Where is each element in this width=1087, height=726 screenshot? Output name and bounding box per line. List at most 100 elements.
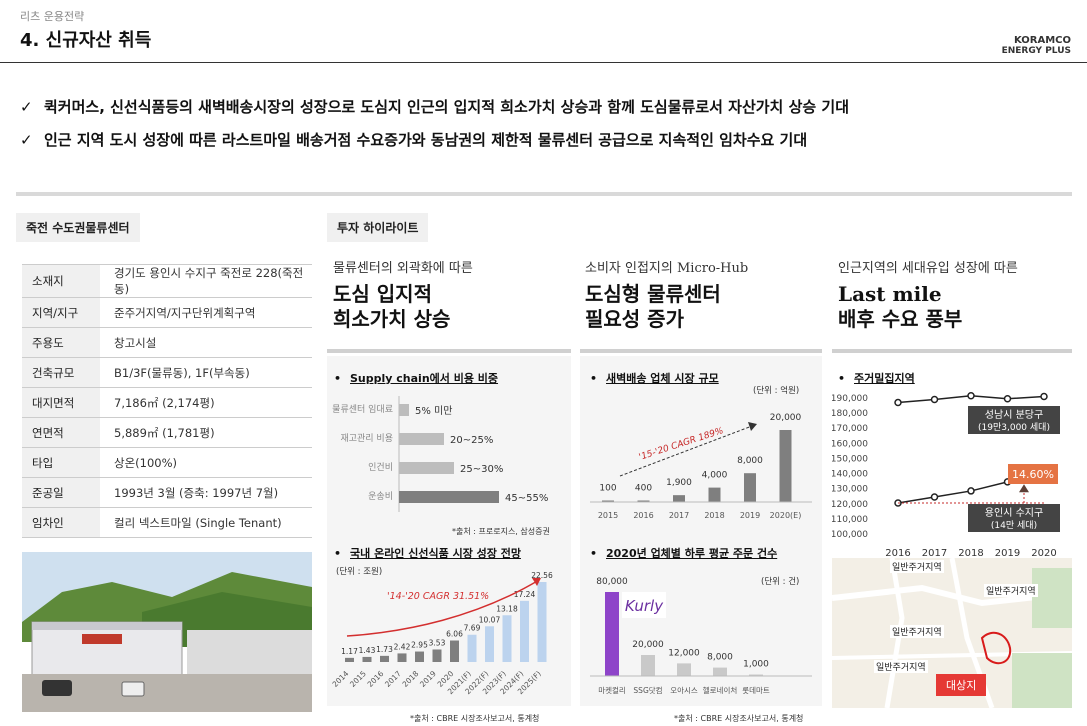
- online-bar: [520, 600, 529, 662]
- info-row: 대지면적 7,186㎡ (2,174평): [22, 387, 312, 418]
- dawn-bar: [779, 430, 792, 502]
- check-icon: ✓: [20, 98, 33, 116]
- info-value: 5,889㎡ (1,781평): [100, 417, 312, 448]
- supply-bar: [399, 433, 444, 445]
- map-label-4: 일반주거지역: [874, 660, 928, 673]
- dawn-trend-arrow: [619, 425, 753, 477]
- page-title: 4. 신규자산 취득: [20, 30, 152, 51]
- supply-chart: 물류센터 임대료 5% 미만재고관리 비용 20~25% 인건비 25~30% 운송비 45…: [332, 396, 548, 512]
- info-value: 상온(100%): [100, 447, 312, 478]
- dawn-year-label: 2015: [598, 511, 618, 520]
- highlight-tag: 투자 하이라이트: [327, 213, 429, 242]
- info-row: 건축규모 B1/3F(물류동), 1F(부속동): [22, 357, 312, 388]
- online-value-label: 1.43: [359, 646, 376, 655]
- info-key: 타입: [22, 447, 100, 478]
- dawn-bar: [673, 495, 685, 502]
- dawn-chart: 100 2015 400 2016 1,900 2017 4,000 2018 8,000 201…: [590, 413, 812, 520]
- source-mid: *출처 : CBRE 시장조사보고서, 통계청: [410, 714, 540, 723]
- supply-value-label: 25~30%: [460, 464, 503, 475]
- info-value: 1993년 3월 (증축: 1997년 7월): [100, 477, 312, 508]
- orders-bar: [605, 592, 619, 676]
- dawn-unit: (단위 : 억원): [753, 386, 800, 396]
- online-value-label: 2.42: [394, 642, 411, 651]
- dawn-year-label: 2020(E): [770, 511, 802, 520]
- column-2-header: 소비자 인접지의 Micro-Hub 도심형 물류센터 필요성 증가: [585, 257, 748, 332]
- supply-value-label: 45~55%: [505, 493, 548, 504]
- supply-bar: [399, 404, 409, 416]
- online-year-label: 2014: [331, 669, 351, 689]
- supply-category-label: 재고관리 비용: [340, 433, 393, 444]
- housing-x-tick: 2020: [1031, 548, 1056, 558]
- header-divider: [0, 62, 1087, 63]
- source-right: *출처 : CBRE 시장조사보고서, 통계청: [674, 714, 804, 723]
- building-photo: [22, 552, 312, 712]
- info-row: 소재지 경기도 용인시 수지구 죽전로 228(죽전동): [22, 264, 312, 298]
- housing-y-tick: 180,000: [832, 409, 868, 419]
- supply-chart-title: • Supply chain에서 비용 비중: [334, 372, 499, 385]
- bullet-2-text: 인근 지역 도시 성장에 따른 라스트마일 배송거점 수요증가와 동남권의 제한…: [44, 131, 808, 149]
- check-icon: ✓: [20, 131, 33, 149]
- online-chart: 1.17 2014 1.43 2015 1.73 2016 2.42 2017 2.95 2018…: [331, 572, 553, 696]
- housing-growth-arrow: [1019, 484, 1029, 493]
- info-key: 주용도: [22, 327, 100, 358]
- dawn-value-label: 20,000: [770, 413, 802, 423]
- map-label-1: 일반주거지역: [890, 560, 944, 573]
- orders-value-label: 20,000: [632, 640, 664, 650]
- housing-y-tick: 110,000: [832, 515, 868, 525]
- orders-value-label: 12,000: [668, 648, 700, 658]
- info-value: 창고시설: [100, 327, 312, 358]
- orders-category-label: 롯데마트: [742, 686, 770, 695]
- supply-category-label: 운송비: [368, 491, 393, 502]
- online-value-label: 1.17: [341, 647, 358, 656]
- online-year-label: 2018: [401, 669, 421, 689]
- housing-y-tick: 100,000: [832, 530, 868, 540]
- orders-chart: 80,000 마켓컬리 20,000 SSG닷컴 12,000 오아시스 8,000 헬로네이…: [590, 577, 812, 695]
- breadcrumb: 리츠 운용전략: [20, 10, 85, 23]
- info-row: 주용도 창고시설: [22, 327, 312, 358]
- housing-chart-title: • 주거밀집지역: [838, 372, 915, 385]
- dawn-chart-title: • 새벽배송 업체 시장 규모: [590, 372, 719, 385]
- info-key: 임차인: [22, 507, 100, 538]
- map-label-3: 일반주거지역: [890, 625, 944, 638]
- orders-value-label: 1,000: [743, 660, 769, 670]
- housing-y-tick: 190,000: [832, 394, 868, 404]
- info-key: 지역/지구: [22, 297, 100, 328]
- column-3-divider: [832, 349, 1072, 353]
- dawn-year-label: 2019: [740, 511, 760, 520]
- column-3-small: 인근지역의 세대유입 성장에 따른: [838, 261, 1018, 276]
- housing-y-tick: 140,000: [832, 470, 868, 480]
- dawn-arrow-head: [748, 422, 757, 431]
- column-1-big2: 희소가치 상승: [333, 307, 451, 331]
- info-row: 준공일 1993년 3월 (증축: 1997년 7월): [22, 477, 312, 508]
- orders-bar: [641, 655, 655, 676]
- bullet-2: ✓ 인근 지역 도시 성장에 따른 라스트마일 배송거점 수요증가와 동남권의 제…: [20, 129, 807, 150]
- column-1-big1: 도심 입지적: [333, 282, 432, 306]
- info-row: 연면적 5,889㎡ (1,781평): [22, 417, 312, 448]
- orders-bar: [713, 667, 727, 676]
- housing-x-tick: 2019: [995, 548, 1020, 558]
- column-1-divider: [327, 349, 571, 353]
- dawn-value-label: 1,900: [666, 478, 692, 488]
- callout-top-line1: 성남시 분당구: [985, 409, 1043, 421]
- supply-category-label: 물류센터 임대료: [332, 403, 393, 415]
- online-bar: [450, 640, 459, 662]
- info-value: 경기도 용인시 수지구 죽전로 228(죽전동): [100, 264, 312, 298]
- housing-x-tick: 2018: [958, 548, 983, 558]
- kurly-logo: Kurly: [625, 597, 664, 615]
- column-2-big2: 필요성 증가: [585, 307, 684, 331]
- column-3-big1: Last mile: [838, 282, 942, 306]
- orders-category-label: 헬로네이처: [703, 685, 738, 695]
- housing-point: [894, 398, 902, 407]
- online-bar: [397, 653, 407, 662]
- online-bar: [362, 656, 372, 662]
- info-row: 타입 상온(100%): [22, 447, 312, 478]
- online-cagr-label: '14-'20 CAGR 31.51%: [387, 591, 489, 602]
- column-1-header: 물류센터의 외곽화에 따른 도심 입지적 희소가치 상승: [333, 257, 473, 332]
- housing-point: [967, 487, 975, 495]
- online-year-label: 2016: [366, 669, 386, 689]
- orders-bar: [677, 663, 691, 676]
- info-value: 컬리 넥스트마일 (Single Tenant): [100, 507, 312, 538]
- bullet-1-text: 퀵커머스, 신선식품등의 새벽배송시장의 성장으로 도심지 인근의 입지적 희소…: [44, 98, 849, 116]
- online-bar: [380, 655, 389, 662]
- supply-category-label: 인건비: [368, 462, 393, 473]
